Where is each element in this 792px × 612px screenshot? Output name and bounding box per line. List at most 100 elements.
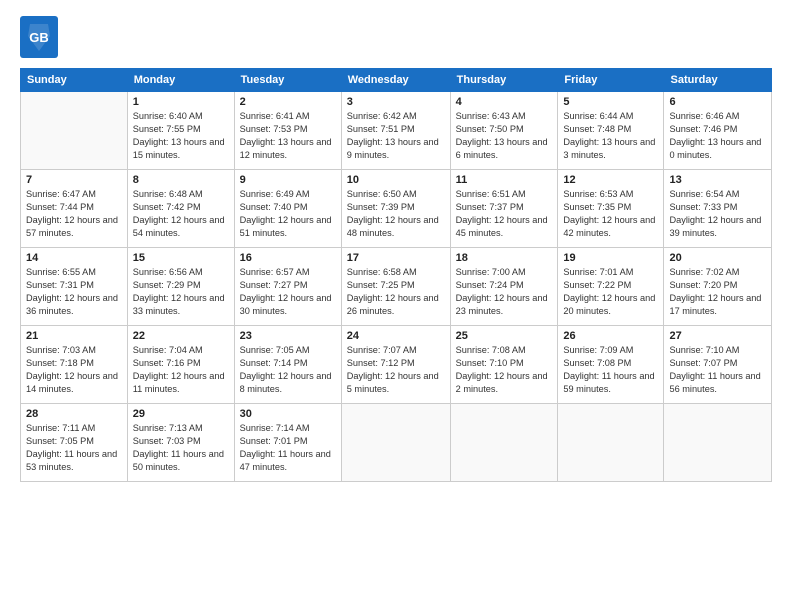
weekday-header-saturday: Saturday: [664, 69, 772, 92]
day-number: 21: [26, 330, 122, 342]
calendar-cell: [664, 404, 772, 482]
svg-text:GB: GB: [29, 30, 49, 45]
day-info: Sunrise: 7:01 AMSunset: 7:22 PMDaylight:…: [563, 266, 658, 318]
calendar-cell: 1 Sunrise: 6:40 AMSunset: 7:55 PMDaylight…: [127, 92, 234, 170]
day-number: 25: [456, 330, 553, 342]
calendar-cell: [450, 404, 558, 482]
calendar-cell: 29 Sunrise: 7:13 AMSunset: 7:03 PMDayligh…: [127, 404, 234, 482]
calendar-cell: 16 Sunrise: 6:57 AMSunset: 7:27 PMDayligh…: [234, 248, 341, 326]
calendar-cell: 4 Sunrise: 6:43 AMSunset: 7:50 PMDaylight…: [450, 92, 558, 170]
day-info: Sunrise: 6:57 AMSunset: 7:27 PMDaylight:…: [240, 266, 336, 318]
day-number: 5: [563, 96, 658, 108]
day-info: Sunrise: 7:00 AMSunset: 7:24 PMDaylight:…: [456, 266, 553, 318]
calendar-cell: 24 Sunrise: 7:07 AMSunset: 7:12 PMDayligh…: [341, 326, 450, 404]
day-number: 15: [133, 252, 229, 264]
calendar-cell: [21, 92, 128, 170]
day-number: 30: [240, 408, 336, 420]
day-info: Sunrise: 7:10 AMSunset: 7:07 PMDaylight:…: [669, 344, 766, 396]
day-number: 12: [563, 174, 658, 186]
day-info: Sunrise: 6:46 AMSunset: 7:46 PMDaylight:…: [669, 110, 766, 162]
day-info: Sunrise: 6:42 AMSunset: 7:51 PMDaylight:…: [347, 110, 445, 162]
day-number: 17: [347, 252, 445, 264]
day-number: 4: [456, 96, 553, 108]
day-number: 11: [456, 174, 553, 186]
day-info: Sunrise: 7:14 AMSunset: 7:01 PMDaylight:…: [240, 422, 336, 474]
day-info: Sunrise: 6:40 AMSunset: 7:55 PMDaylight:…: [133, 110, 229, 162]
day-info: Sunrise: 7:03 AMSunset: 7:18 PMDaylight:…: [26, 344, 122, 396]
day-info: Sunrise: 6:53 AMSunset: 7:35 PMDaylight:…: [563, 188, 658, 240]
day-info: Sunrise: 7:04 AMSunset: 7:16 PMDaylight:…: [133, 344, 229, 396]
calendar-cell: 6Sunrise: 6:46 AMSunset: 7:46 PMDaylight…: [664, 92, 772, 170]
calendar-cell: 21 Sunrise: 7:03 AMSunset: 7:18 PMDayligh…: [21, 326, 128, 404]
day-number: 7: [26, 174, 122, 186]
day-number: 9: [240, 174, 336, 186]
calendar-cell: 10 Sunrise: 6:50 AMSunset: 7:39 PMDayligh…: [341, 170, 450, 248]
calendar-cell: 23 Sunrise: 7:05 AMSunset: 7:14 PMDayligh…: [234, 326, 341, 404]
weekday-header-friday: Friday: [558, 69, 664, 92]
day-number: 26: [563, 330, 658, 342]
day-info: Sunrise: 7:05 AMSunset: 7:14 PMDaylight:…: [240, 344, 336, 396]
day-info: Sunrise: 6:48 AMSunset: 7:42 PMDaylight:…: [133, 188, 229, 240]
weekday-header-tuesday: Tuesday: [234, 69, 341, 92]
calendar-cell: 19Sunrise: 7:01 AMSunset: 7:22 PMDayligh…: [558, 248, 664, 326]
day-number: 22: [133, 330, 229, 342]
day-info: Sunrise: 6:47 AMSunset: 7:44 PMDaylight:…: [26, 188, 122, 240]
day-number: 10: [347, 174, 445, 186]
day-number: 24: [347, 330, 445, 342]
day-info: Sunrise: 7:02 AMSunset: 7:20 PMDaylight:…: [669, 266, 766, 318]
day-info: Sunrise: 7:13 AMSunset: 7:03 PMDaylight:…: [133, 422, 229, 474]
day-number: 14: [26, 252, 122, 264]
calendar-cell: 9 Sunrise: 6:49 AMSunset: 7:40 PMDaylight…: [234, 170, 341, 248]
day-info: Sunrise: 6:58 AMSunset: 7:25 PMDaylight:…: [347, 266, 445, 318]
calendar-cell: 22 Sunrise: 7:04 AMSunset: 7:16 PMDayligh…: [127, 326, 234, 404]
day-number: 29: [133, 408, 229, 420]
weekday-header-thursday: Thursday: [450, 69, 558, 92]
calendar-cell: [558, 404, 664, 482]
weekday-header-wednesday: Wednesday: [341, 69, 450, 92]
calendar-cell: 5 Sunrise: 6:44 AMSunset: 7:48 PMDaylight…: [558, 92, 664, 170]
calendar-cell: 30 Sunrise: 7:14 AMSunset: 7:01 PMDayligh…: [234, 404, 341, 482]
day-info: Sunrise: 6:49 AMSunset: 7:40 PMDaylight:…: [240, 188, 336, 240]
calendar-cell: 28 Sunrise: 7:11 AMSunset: 7:05 PMDayligh…: [21, 404, 128, 482]
calendar-cell: 13 Sunrise: 6:54 AMSunset: 7:33 PMDayligh…: [664, 170, 772, 248]
weekday-header-sunday: Sunday: [21, 69, 128, 92]
day-number: 20: [669, 252, 766, 264]
day-info: Sunrise: 6:54 AMSunset: 7:33 PMDaylight:…: [669, 188, 766, 240]
calendar-cell: 2 Sunrise: 6:41 AMSunset: 7:53 PMDaylight…: [234, 92, 341, 170]
day-number: 8: [133, 174, 229, 186]
day-number: 1: [133, 96, 229, 108]
day-number: 3: [347, 96, 445, 108]
calendar-cell: 3 Sunrise: 6:42 AMSunset: 7:51 PMDaylight…: [341, 92, 450, 170]
calendar-cell: 14 Sunrise: 6:55 AMSunset: 7:31 PMDayligh…: [21, 248, 128, 326]
day-info: Sunrise: 7:09 AMSunset: 7:08 PMDaylight:…: [563, 344, 658, 396]
calendar-cell: 25Sunrise: 7:08 AMSunset: 7:10 PMDayligh…: [450, 326, 558, 404]
day-info: Sunrise: 6:55 AMSunset: 7:31 PMDaylight:…: [26, 266, 122, 318]
day-info: Sunrise: 6:43 AMSunset: 7:50 PMDaylight:…: [456, 110, 553, 162]
day-info: Sunrise: 6:51 AMSunset: 7:37 PMDaylight:…: [456, 188, 553, 240]
day-number: 28: [26, 408, 122, 420]
calendar-cell: 12 Sunrise: 6:53 AMSunset: 7:35 PMDayligh…: [558, 170, 664, 248]
day-number: 18: [456, 252, 553, 264]
day-number: 23: [240, 330, 336, 342]
calendar-cell: 8 Sunrise: 6:48 AMSunset: 7:42 PMDaylight…: [127, 170, 234, 248]
logo: GB: [20, 16, 62, 58]
day-info: Sunrise: 6:50 AMSunset: 7:39 PMDaylight:…: [347, 188, 445, 240]
day-number: 27: [669, 330, 766, 342]
calendar-cell: 20 Sunrise: 7:02 AMSunset: 7:20 PMDayligh…: [664, 248, 772, 326]
calendar-cell: 7 Sunrise: 6:47 AMSunset: 7:44 PMDaylight…: [21, 170, 128, 248]
day-info: Sunrise: 6:41 AMSunset: 7:53 PMDaylight:…: [240, 110, 336, 162]
day-info: Sunrise: 7:07 AMSunset: 7:12 PMDaylight:…: [347, 344, 445, 396]
day-info: Sunrise: 6:44 AMSunset: 7:48 PMDaylight:…: [563, 110, 658, 162]
day-number: 2: [240, 96, 336, 108]
day-number: 16: [240, 252, 336, 264]
day-info: Sunrise: 7:11 AMSunset: 7:05 PMDaylight:…: [26, 422, 122, 474]
calendar-cell: [341, 404, 450, 482]
day-number: 13: [669, 174, 766, 186]
weekday-header-monday: Monday: [127, 69, 234, 92]
calendar-cell: 27 Sunrise: 7:10 AMSunset: 7:07 PMDayligh…: [664, 326, 772, 404]
day-info: Sunrise: 6:56 AMSunset: 7:29 PMDaylight:…: [133, 266, 229, 318]
logo-icon: GB: [20, 16, 58, 58]
calendar-cell: 15 Sunrise: 6:56 AMSunset: 7:29 PMDayligh…: [127, 248, 234, 326]
calendar-cell: 11 Sunrise: 6:51 AMSunset: 7:37 PMDayligh…: [450, 170, 558, 248]
calendar-cell: 26 Sunrise: 7:09 AMSunset: 7:08 PMDayligh…: [558, 326, 664, 404]
